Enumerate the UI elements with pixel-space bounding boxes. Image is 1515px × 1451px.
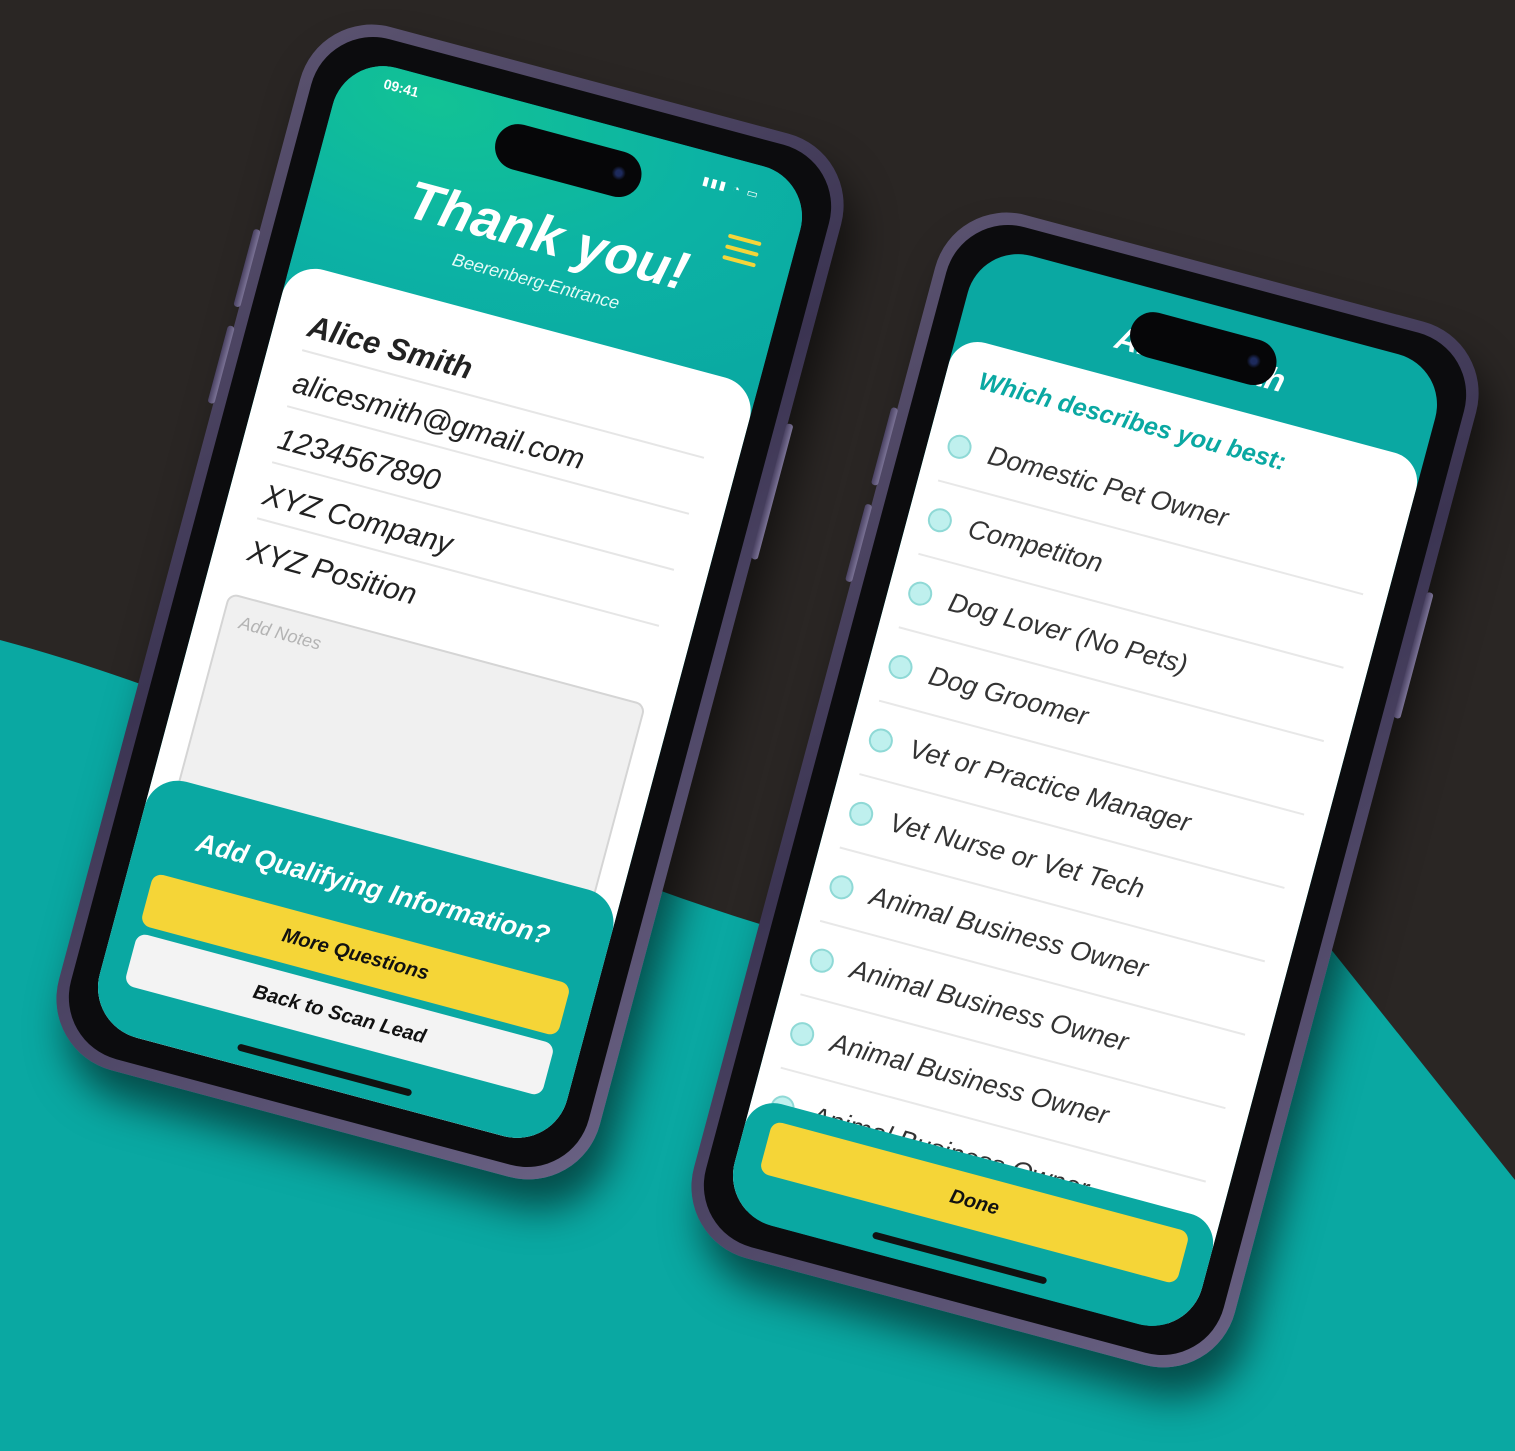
radio-icon[interactable] [807,946,837,976]
radio-icon[interactable] [905,578,935,609]
radio-icon[interactable] [826,872,857,902]
dynamic-island [489,118,647,203]
option-label: Competiton [965,513,1107,578]
status-time: 09:41 [381,75,421,101]
camera-icon [610,164,628,182]
notes-placeholder: Add Notes [237,612,324,654]
radio-icon[interactable] [787,1019,817,1049]
radio-icon[interactable] [885,652,916,682]
radio-icon[interactable] [944,432,975,462]
radio-icon[interactable] [846,799,876,829]
radio-icon[interactable] [866,725,896,756]
signal-wifi-battery-icon: ▮▮▮ ◔ ▭ [700,173,762,203]
radio-icon[interactable] [925,505,955,535]
camera-icon [1245,352,1263,370]
